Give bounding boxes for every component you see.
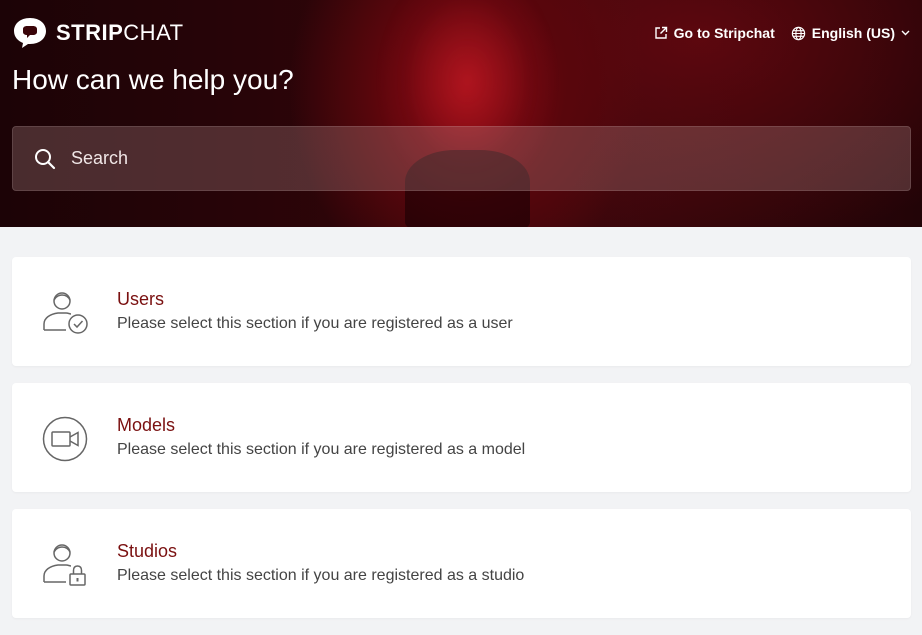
- brand-name-light: CHAT: [123, 20, 184, 45]
- section-description-studios: Please select this section if you are re…: [117, 567, 525, 584]
- section-title-studios: Studios: [117, 541, 178, 561]
- section-description-users: Please select this section if you are re…: [117, 315, 513, 332]
- external-link-icon: [654, 26, 667, 39]
- top-navigation: Go to Stripchat English (US): [654, 25, 910, 41]
- brand-name-bold: STRIP: [56, 20, 124, 45]
- page-title: How can we help you?: [12, 64, 294, 95]
- search-input[interactable]: [71, 127, 910, 190]
- language-selector[interactable]: English (US): [791, 25, 910, 41]
- brand-name: STRIPCHAT: [56, 20, 184, 46]
- go-to-stripchat-link[interactable]: Go to Stripchat: [654, 25, 775, 41]
- section-card-models[interactable]: Models Please select this section if you…: [12, 383, 911, 492]
- section-description-models: Please select this section if you are re…: [117, 441, 526, 458]
- video-camera-icon: [42, 416, 88, 462]
- go-to-stripchat-label: Go to Stripchat: [673, 25, 775, 41]
- user-check-icon: [43, 292, 88, 334]
- globe-icon: [791, 26, 805, 40]
- section-title-models: Models: [117, 415, 176, 435]
- hero-banner: STRIPCHAT Go to Stripchat English (US) H…: [0, 0, 922, 227]
- user-lock-icon: [43, 544, 86, 586]
- language-label: English (US): [811, 25, 895, 41]
- section-card-studios[interactable]: Studios Please select this section if yo…: [12, 509, 911, 618]
- help-sections: Users Please select this section if you …: [12, 257, 911, 635]
- search-icon: [35, 148, 56, 169]
- section-card-users[interactable]: Users Please select this section if you …: [12, 257, 911, 366]
- section-title-users: Users: [117, 289, 165, 309]
- chat-bubble-logo-icon: [14, 18, 46, 48]
- search-bar[interactable]: [12, 126, 911, 191]
- chevron-down-icon: [901, 30, 910, 36]
- brand-logo[interactable]: STRIPCHAT: [12, 16, 184, 50]
